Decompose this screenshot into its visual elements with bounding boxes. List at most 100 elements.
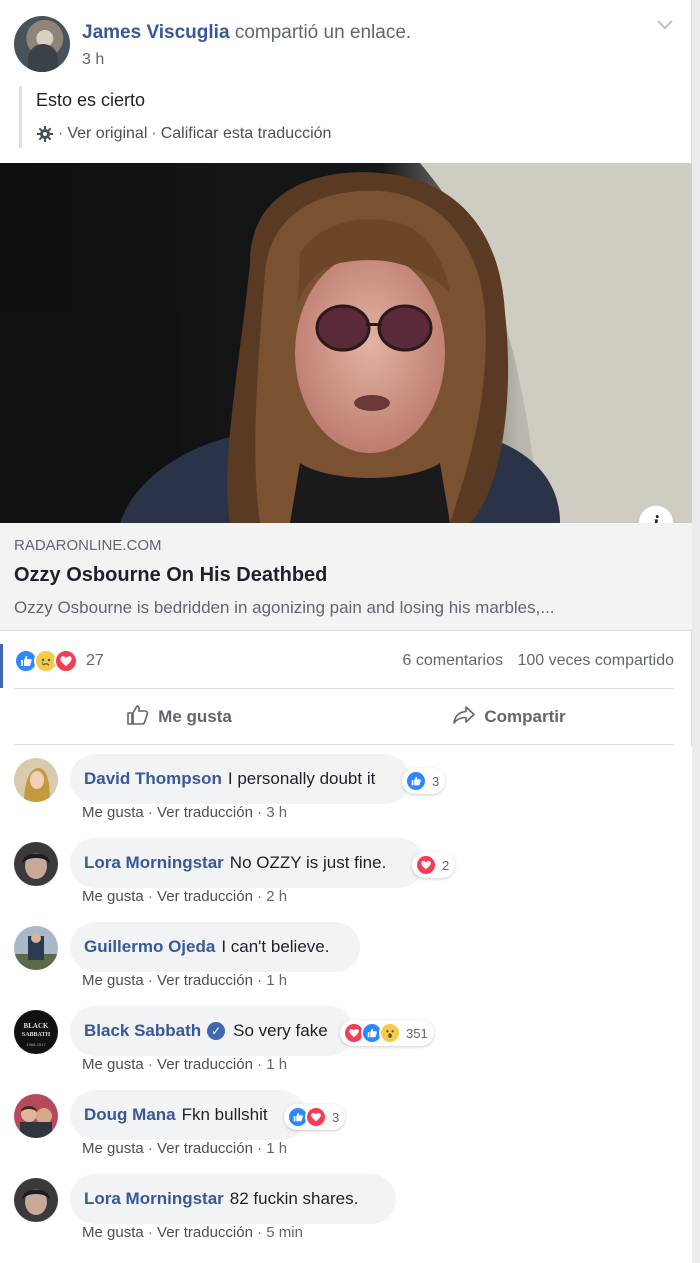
comment-bubble: Black Sabbath ✓ So very fake — [70, 1006, 354, 1056]
comment-reactions[interactable]: 351 — [340, 1020, 434, 1046]
comment-bubble: Guillermo Ojeda I can't believe. — [70, 922, 360, 972]
commenter-name-link[interactable]: David Thompson — [84, 769, 222, 789]
divider — [14, 688, 674, 689]
post-stats: 6 comentarios 100 veces compartido — [393, 652, 674, 670]
comment-reactions[interactable]: 2 — [412, 852, 456, 878]
wow-icon — [379, 1022, 401, 1044]
love-icon — [305, 1106, 327, 1128]
translated-text-block: Esto es cierto · Ver original · Califica… — [19, 86, 579, 148]
comment-translate-link[interactable]: Ver traducción — [157, 1224, 253, 1241]
comment-time[interactable]: 2 h — [266, 888, 287, 905]
post-card: James Viscuglia compartió un enlace. 3 h… — [0, 0, 692, 1263]
comment-time[interactable]: 3 h — [266, 804, 287, 821]
focus-edge — [0, 644, 3, 688]
comment-meta: Me gusta · Ver traducción · 1 h — [82, 972, 288, 989]
author-avatar[interactable] — [14, 16, 70, 72]
verified-badge-icon: ✓ — [207, 1022, 226, 1040]
comment-text: 82 fuckin shares. — [229, 1189, 359, 1208]
comment-meta: Me gusta · Ver traducción · 1 h — [82, 1056, 288, 1073]
comment-translate-link[interactable]: Ver traducción — [157, 1140, 253, 1157]
link-domain: RADARONLINE.COM — [14, 537, 162, 554]
comment-reaction-count: 3 — [332, 1109, 340, 1125]
comment-like-link[interactable]: Me gusta — [82, 1056, 144, 1073]
separator-dot: · — [58, 125, 64, 142]
comment-translate-link[interactable]: Ver traducción — [157, 888, 253, 905]
commenter-name-link[interactable]: Doug Mana — [84, 1105, 176, 1125]
comment: Guillermo Ojeda I can't believe. Me gust… — [14, 914, 674, 998]
post-text: Esto es cierto — [36, 90, 146, 110]
share-arrow-icon — [452, 705, 476, 730]
comment-time[interactable]: 1 h — [266, 1056, 287, 1073]
comments-count-link[interactable]: 6 comentarios — [403, 652, 504, 669]
link-description: Ozzy Osbourne is bedridden in agonizing … — [14, 598, 555, 617]
comment-reactions[interactable]: 3 — [402, 768, 446, 794]
comment-time[interactable]: 1 h — [266, 972, 287, 989]
comment-translate-link[interactable]: Ver traducción — [157, 1056, 253, 1073]
commenter-name-link[interactable]: Lora Morningstar — [84, 853, 224, 873]
comment-like-link[interactable]: Me gusta — [82, 1140, 144, 1157]
shares-count-link[interactable]: 100 veces compartido — [517, 652, 674, 669]
rate-translation-link[interactable]: Calificar esta traducción — [161, 125, 332, 143]
post-timestamp[interactable]: 3 h — [82, 51, 104, 69]
post-action-text: compartió un enlace. — [234, 22, 412, 43]
love-icon — [415, 854, 437, 876]
post-author-line: James Viscuglia compartió un enlace. — [82, 22, 411, 44]
logo-years: 1968-2017 — [26, 1042, 46, 1047]
logo-text: BLACK — [24, 1022, 49, 1030]
separator-dot: · — [151, 125, 157, 142]
comment-like-link[interactable]: Me gusta — [82, 972, 144, 989]
commenter-name-link[interactable]: Lora Morningstar — [84, 1189, 224, 1209]
logo-text: SABBATH — [22, 1032, 51, 1038]
reactions-bar: 27 6 comentarios 100 veces compartido — [14, 646, 674, 676]
comment-bubble: David Thompson I personally doubt it — [70, 754, 410, 804]
see-original-link[interactable]: Ver original — [67, 125, 147, 143]
comment-bubble: Lora Morningstar 82 fuckin shares. — [70, 1174, 396, 1224]
commenter-avatar[interactable] — [14, 842, 58, 886]
comment-translate-link[interactable]: Ver traducción — [157, 972, 253, 989]
chevron-down-icon[interactable] — [656, 18, 674, 36]
commenter-name-link[interactable]: Black Sabbath — [84, 1021, 201, 1041]
comment-time[interactable]: 5 min — [266, 1224, 303, 1241]
comment-reaction-count: 351 — [406, 1025, 428, 1041]
translation-links: · Ver original · Calificar esta traducci… — [36, 125, 579, 143]
comment-like-link[interactable]: Me gusta — [82, 1224, 144, 1241]
like-button-label: Me gusta — [158, 707, 232, 726]
comment-text: Fkn bullshit — [181, 1105, 268, 1124]
love-icon[interactable] — [54, 649, 78, 673]
commenter-avatar[interactable] — [14, 1094, 58, 1138]
commenter-name-link[interactable]: Guillermo Ojeda — [84, 937, 215, 957]
comment-bubble: Doug Mana Fkn bullshit — [70, 1090, 306, 1140]
comment-text: So very fake — [233, 1021, 328, 1040]
comment-meta: Me gusta · Ver traducción · 2 h — [82, 888, 288, 905]
comment-time[interactable]: 1 h — [266, 1140, 287, 1157]
comment-translate-link[interactable]: Ver traducción — [157, 804, 253, 821]
link-preview-image[interactable] — [0, 163, 692, 523]
comment-bubble: Lora Morningstar No OZZY is just fine. — [70, 838, 424, 888]
comment-text: I can't believe. — [221, 937, 330, 956]
commenter-avatar[interactable] — [14, 758, 58, 802]
comments-list: David Thompson I personally doubt it 3 M… — [0, 746, 692, 1263]
commenter-avatar[interactable] — [14, 1178, 58, 1222]
comment-text: No OZZY is just fine. — [229, 853, 387, 872]
share-button[interactable]: Compartir — [344, 690, 674, 744]
link-preview-info[interactable]: RADARONLINE.COM Ozzy Osbourne On His Dea… — [0, 523, 692, 631]
comment-meta: Me gusta · Ver traducción · 1 h — [82, 1140, 288, 1157]
comment: David Thompson I personally doubt it 3 M… — [14, 746, 674, 830]
post-header: James Viscuglia compartió un enlace. 3 h — [14, 16, 674, 74]
link-title[interactable]: Ozzy Osbourne On His Deathbed — [14, 564, 678, 587]
gear-icon[interactable] — [36, 125, 54, 143]
black-sabbath-logo-avatar[interactable]: BLACK SABBATH 1968-2017 — [14, 1010, 58, 1054]
comment-like-link[interactable]: Me gusta — [82, 804, 144, 821]
post-actions: Me gusta Compartir — [14, 690, 674, 744]
comment-like-link[interactable]: Me gusta — [82, 888, 144, 905]
like-button[interactable]: Me gusta — [14, 690, 344, 744]
author-name-link[interactable]: James Viscuglia — [82, 22, 230, 43]
commenter-avatar[interactable] — [14, 926, 58, 970]
comment-text: I personally doubt it — [227, 769, 376, 788]
reaction-count[interactable]: 27 — [86, 652, 104, 670]
divider — [14, 744, 674, 745]
comment-meta: Me gusta · Ver traducción · 5 min — [82, 1224, 303, 1241]
comment: Lora Morningstar No OZZY is just fine. 2… — [14, 830, 674, 914]
comment: Lora Morningstar 82 fuckin shares. Me gu… — [14, 1166, 674, 1250]
comment-reactions[interactable]: 3 — [284, 1104, 346, 1130]
